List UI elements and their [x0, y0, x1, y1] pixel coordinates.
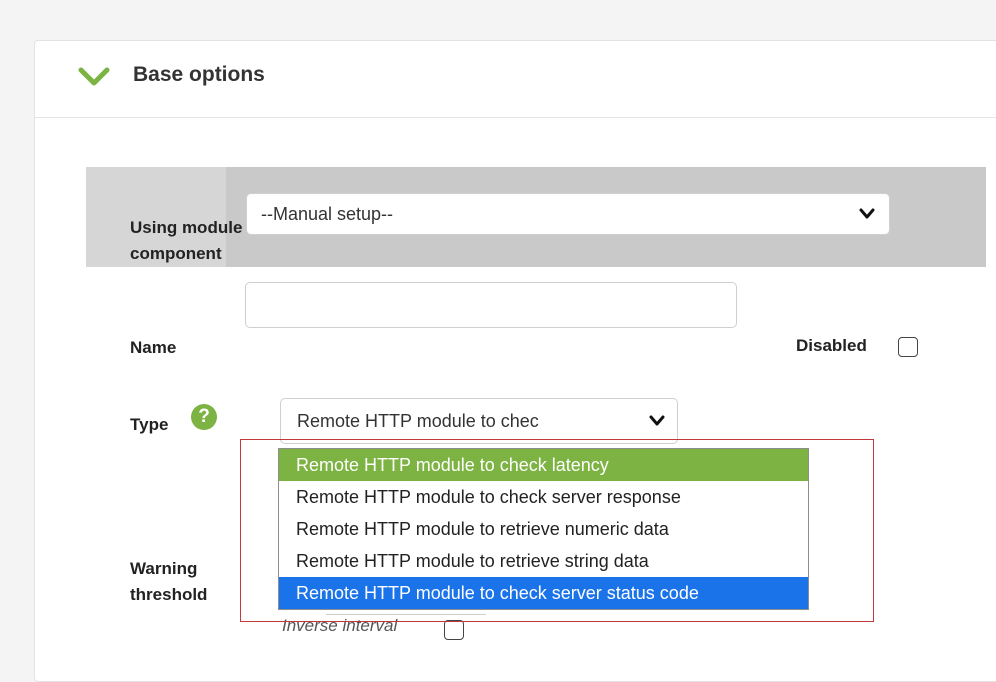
module-component-select[interactable]: --Manual setup--: [246, 193, 890, 235]
chevron-down-icon: [859, 208, 875, 219]
dropdown-option-numeric-data[interactable]: Remote HTTP module to retrieve numeric d…: [279, 513, 808, 545]
disabled-label: Disabled: [796, 336, 867, 355]
name-input[interactable]: [245, 282, 737, 328]
dropdown-option-latency[interactable]: Remote HTTP module to check latency: [279, 449, 808, 481]
module-component-value: --Manual setup--: [261, 204, 394, 224]
disabled-checkbox[interactable]: [898, 337, 918, 357]
panel-header[interactable]: Base options: [35, 41, 996, 118]
help-icon[interactable]: ?: [191, 404, 217, 430]
type-label: Type: [130, 415, 169, 434]
chevron-down-icon: [649, 415, 665, 426]
dropdown-option-string-data[interactable]: Remote HTTP module to retrieve string da…: [279, 545, 808, 577]
dropdown-option-status-code[interactable]: Remote HTTP module to check server statu…: [279, 577, 808, 609]
type-select-value: Remote HTTP module to chec: [297, 411, 539, 431]
name-label: Name: [130, 338, 177, 357]
warning-threshold-label: Warning threshold: [130, 559, 208, 604]
inverse-interval-checkbox[interactable]: [444, 620, 464, 640]
panel-title: Base options: [133, 63, 265, 86]
type-select[interactable]: Remote HTTP module to chec: [280, 398, 678, 444]
type-dropdown-list[interactable]: Remote HTTP module to check latency Remo…: [278, 448, 809, 610]
module-component-label: Using module component: [130, 218, 243, 263]
dropdown-option-server-response[interactable]: Remote HTTP module to check server respo…: [279, 481, 808, 513]
chevron-down-icon[interactable]: [77, 65, 111, 89]
